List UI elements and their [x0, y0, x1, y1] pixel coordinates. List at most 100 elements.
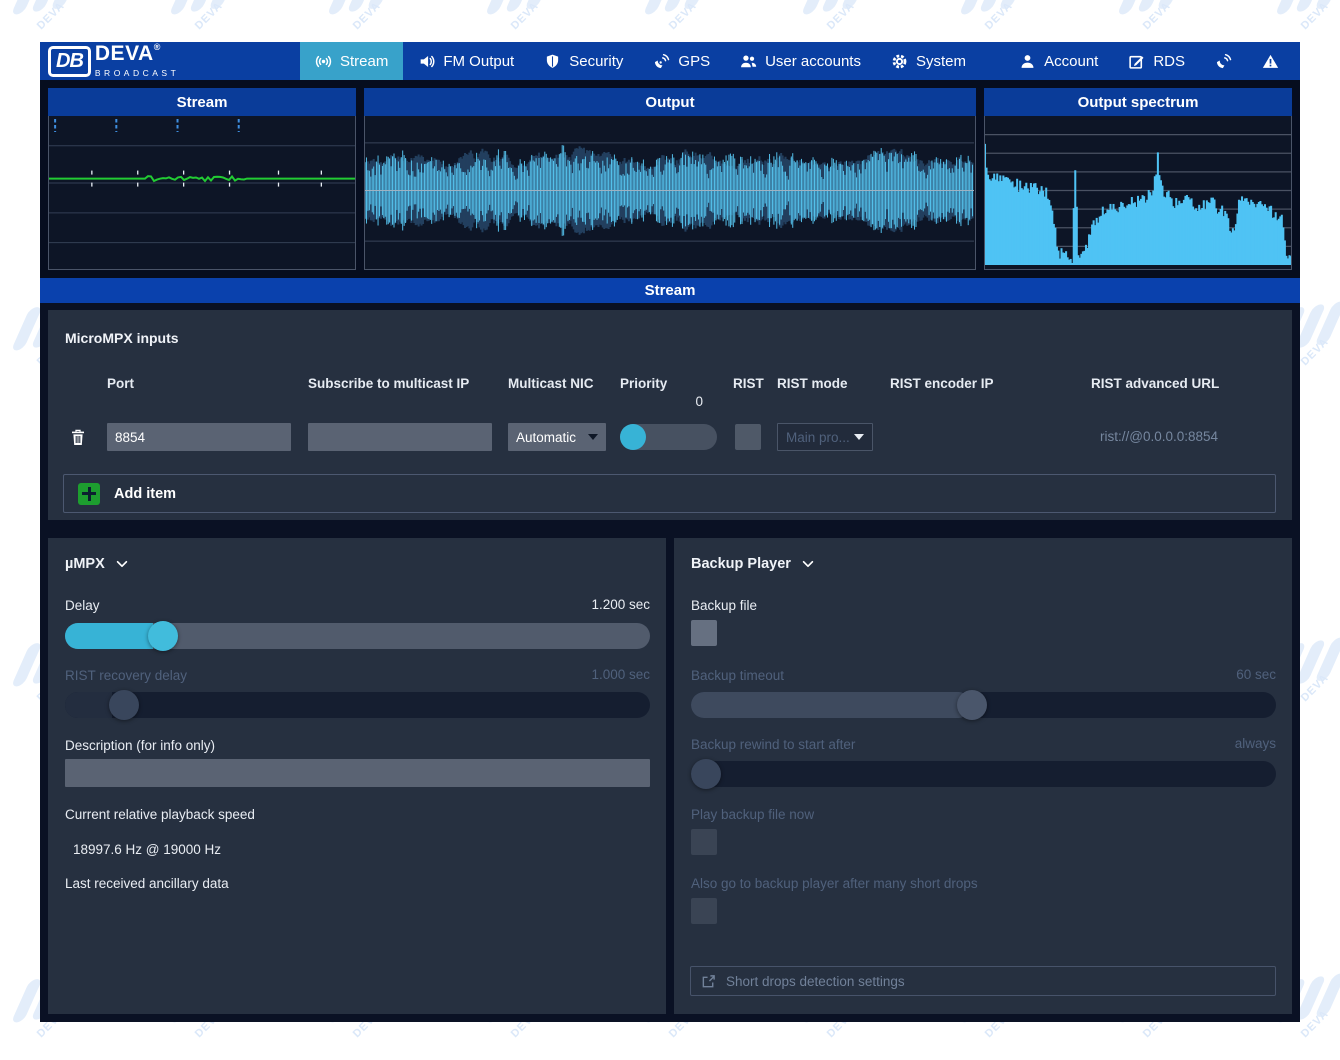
output-scope-panel: Output: [364, 88, 976, 270]
tab-stream[interactable]: Stream: [300, 42, 403, 80]
rist-mode-select[interactable]: Main pro...: [777, 423, 873, 451]
backup-rewind-label: Backup rewind to start after: [691, 737, 855, 752]
add-item-label: Add item: [114, 486, 176, 502]
umpx-card: µMPX Delay 1.200 sec RIST recovery delay…: [48, 538, 666, 1014]
chevron-down-icon: [115, 557, 129, 571]
backup-rewind-slider[interactable]: [691, 760, 1276, 788]
backup-file-label: Backup file: [691, 598, 757, 613]
spectrum-scope-panel: Output spectrum: [984, 88, 1292, 270]
multicast-ip-input-field[interactable]: [308, 423, 492, 451]
backup-player-card: Backup Player Backup file Backup timeout…: [674, 538, 1292, 1014]
col-header-priority: Priority: [620, 376, 667, 391]
delay-slider[interactable]: [65, 622, 650, 650]
priority-value: 0: [620, 394, 717, 409]
tab-label: Security: [569, 53, 623, 70]
nic-select-value: Automatic: [516, 430, 576, 445]
chevron-down-icon: [854, 434, 864, 440]
output-waveform-display: [364, 116, 976, 270]
col-header-rist-mode: RIST mode: [777, 376, 848, 391]
registered-mark: ®: [154, 42, 161, 52]
micrompx-title: MicroMPX inputs: [65, 330, 179, 346]
backup-timeout-slider[interactable]: [691, 691, 1276, 719]
port-input[interactable]: [107, 423, 291, 451]
users-icon: [740, 53, 757, 70]
col-header-rist: RIST: [733, 376, 764, 391]
tab-label: User accounts: [765, 53, 861, 70]
rds-button[interactable]: RDS: [1113, 42, 1200, 80]
play-backup-now-checkbox[interactable]: [691, 829, 717, 855]
short-drops-label: Also go to backup player after many shor…: [691, 876, 978, 891]
section-header-stream: Stream: [40, 278, 1300, 303]
account-button[interactable]: Account: [1004, 42, 1113, 80]
rist-recovery-label: RIST recovery delay: [65, 668, 187, 683]
description-input-field[interactable]: [65, 759, 650, 787]
satellite-status-button[interactable]: [1200, 42, 1247, 80]
rist-checkbox[interactable]: [735, 424, 761, 450]
chevron-down-icon: [588, 434, 598, 440]
slider-thumb[interactable]: [620, 424, 646, 450]
account-label: Account: [1044, 53, 1098, 70]
backup-timeout-value: 60 sec: [1236, 667, 1276, 682]
chevron-down-icon: [801, 557, 815, 571]
rist-advanced-url: rist://@0.0.0.0:8854: [1100, 423, 1218, 451]
nav-tabs: Stream FM Output Security GPS User accou…: [300, 42, 981, 80]
stream-scope-panel: Stream: [48, 88, 356, 270]
brand-name: DEVA®: [95, 42, 161, 65]
satellite-dish-icon: [1215, 53, 1232, 70]
stream-scope-title: Stream: [48, 88, 356, 116]
col-header-rist-encoder-ip: RIST encoder IP: [890, 376, 994, 391]
backup-timeout-label: Backup timeout: [691, 668, 784, 683]
warning-triangle-icon: [1262, 53, 1279, 70]
priority-slider[interactable]: [620, 424, 717, 450]
tab-fm-output[interactable]: FM Output: [403, 42, 529, 80]
app-window: DB DEVA® BROADCAST Stream FM Output Secu…: [40, 42, 1300, 1022]
person-icon: [1019, 53, 1036, 70]
edit-icon: [1128, 53, 1145, 70]
slider-thumb: [691, 759, 721, 789]
short-drops-checkbox[interactable]: [691, 898, 717, 924]
nic-select[interactable]: Automatic: [508, 423, 606, 451]
trash-icon: [70, 428, 86, 446]
spectrum-scope-title: Output spectrum: [984, 88, 1292, 116]
satellite-dish-icon: [653, 53, 670, 70]
plus-icon: [78, 483, 100, 505]
backup-collapse-header[interactable]: Backup Player: [691, 556, 815, 572]
tab-system[interactable]: System: [876, 42, 981, 80]
tab-label: FM Output: [443, 53, 514, 70]
col-header-multicast-ip: Subscribe to multicast IP: [308, 376, 469, 391]
description-input[interactable]: [65, 759, 650, 787]
playback-speed-value: 18997.6 Hz @ 19000 Hz: [73, 842, 221, 857]
port-input-field[interactable]: [107, 423, 291, 451]
speaker-icon: [418, 53, 435, 70]
col-header-rist-advanced-url: RIST advanced URL: [1091, 376, 1219, 391]
brand-subtitle: BROADCAST: [95, 68, 179, 78]
shield-icon: [544, 53, 561, 70]
tab-security[interactable]: Security: [529, 42, 638, 80]
rist-recovery-slider[interactable]: [65, 691, 650, 719]
navbar-right: Account RDS: [1004, 42, 1300, 80]
brand-logo-box: DB: [48, 46, 91, 77]
rist-mode-select-value: Main pro...: [786, 430, 850, 445]
tab-label: System: [916, 53, 966, 70]
rds-label: RDS: [1153, 53, 1185, 70]
multicast-ip-input[interactable]: [308, 423, 492, 451]
playback-speed-label: Current relative playback speed: [65, 807, 255, 822]
delay-value: 1.200 sec: [591, 597, 650, 612]
output-scope-title: Output: [364, 88, 976, 116]
short-drops-settings-button[interactable]: Short drops detection settings: [690, 966, 1276, 996]
delay-label: Delay: [65, 598, 100, 613]
delete-row-button[interactable]: [70, 428, 86, 456]
backup-rewind-value: always: [1235, 736, 1276, 751]
alert-button[interactable]: [1247, 42, 1294, 80]
add-item-button[interactable]: Add item: [63, 474, 1276, 513]
navbar: DB DEVA® BROADCAST Stream FM Output Secu…: [40, 42, 1300, 80]
tab-label: GPS: [678, 53, 710, 70]
umpx-collapse-header[interactable]: µMPX: [65, 556, 129, 572]
backup-file-checkbox[interactable]: [691, 620, 717, 646]
tab-gps[interactable]: GPS: [638, 42, 725, 80]
scopes-band: Stream Output Output spectrum: [40, 80, 1300, 278]
micrompx-inputs-card: MicroMPX inputs Port Subscribe to multic…: [48, 310, 1292, 520]
tab-user-accounts[interactable]: User accounts: [725, 42, 876, 80]
ancillary-data-label: Last received ancillary data: [65, 876, 229, 891]
rist-recovery-value: 1.000 sec: [591, 667, 650, 682]
